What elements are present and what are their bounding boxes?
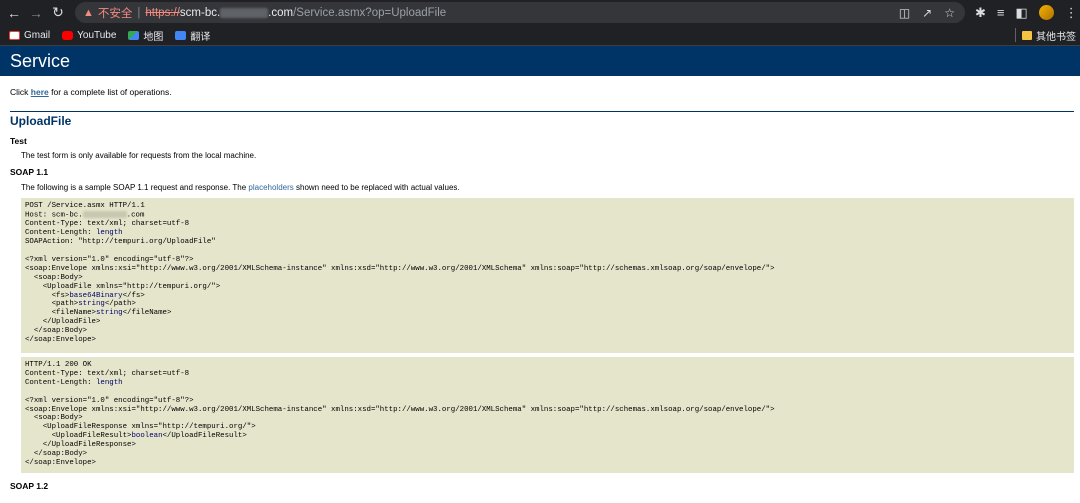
test-heading: Test xyxy=(10,136,27,146)
code-line: </soap:Envelope> xyxy=(25,458,96,467)
operation-title: UploadFile xyxy=(10,114,72,128)
placeholder-value: length xyxy=(95,229,123,238)
warning-icon[interactable]: ▲ xyxy=(83,7,94,19)
url-host-start: scm-bc. xyxy=(179,6,221,19)
gmail-icon xyxy=(9,30,20,40)
page-content: Service Click here for a complete list o… xyxy=(0,46,1080,491)
reload-icon[interactable]: ↻ xyxy=(47,0,69,25)
other-bookmarks[interactable]: 其他书签 xyxy=(1015,28,1076,43)
placeholder-value: boolean xyxy=(131,432,163,441)
bookmark-translate[interactable]: 翻译 xyxy=(175,28,210,43)
extensions-icon[interactable]: ✱ xyxy=(975,5,986,21)
address-separator: | xyxy=(137,6,141,19)
code-line: Content-Type: text/xml; charset=utf-8 xyxy=(25,369,190,378)
url-host-end: .com xyxy=(268,6,294,19)
side-panel-icon[interactable]: ◧ xyxy=(1016,5,1028,21)
other-bookmarks-label: 其他书签 xyxy=(1036,31,1076,43)
bookmark-gmail[interactable]: Gmail xyxy=(9,30,50,41)
bookmarks-divider xyxy=(1015,28,1016,42)
soap11-request-sample: POST /Service.asmx HTTP/1.1 Host: scm-bc… xyxy=(21,198,1074,353)
bookmarks-bar: Gmail YouTube 地图 翻译 其他书签 xyxy=(0,25,1080,46)
page-title: Service xyxy=(0,46,1080,76)
code-line: <UploadFile xmlns="http://tempuri.org/"> xyxy=(25,282,221,291)
code-line: Content-Length: xyxy=(25,378,96,387)
code-line: .com xyxy=(126,211,145,220)
code-line: Content-Length: xyxy=(25,229,96,238)
code-line: <?xml version="1.0" encoding="utf-8"?> xyxy=(25,396,194,405)
translate-icon xyxy=(175,30,187,40)
folder-icon xyxy=(1022,30,1032,40)
code-line: <fileName> xyxy=(25,309,96,318)
operations-list-link[interactable]: here xyxy=(31,87,49,97)
code-line: </fs> xyxy=(122,291,145,300)
code-line: Host: scm-bc. xyxy=(25,211,83,220)
browser-toolbar: ← → ↻ ▲ 不安全 | https://scm-bc. .com/Servic… xyxy=(0,0,1080,25)
code-line: <UploadFileResponse xmlns="http://tempur… xyxy=(25,423,256,432)
code-line: </UploadFileResponse> xyxy=(25,441,136,450)
maps-icon xyxy=(128,30,140,40)
test-description: The test form is only available for requ… xyxy=(21,151,257,160)
placeholder-value: string xyxy=(78,300,105,309)
url-path: /Service.asmx?op=UploadFile xyxy=(293,6,447,19)
bookmark-label: Gmail xyxy=(24,29,51,41)
code-line: <UploadFileResult> xyxy=(25,432,132,441)
soap11-heading: SOAP 1.1 xyxy=(10,167,49,177)
youtube-icon xyxy=(62,30,74,40)
redacted-host xyxy=(82,210,127,218)
soap11-description: The following is a sample SOAP 1.1 reque… xyxy=(21,183,1080,192)
bookmark-youtube[interactable]: YouTube xyxy=(62,30,116,41)
profile-avatar[interactable] xyxy=(1038,5,1054,20)
code-line: <soap:Envelope xmlns:xsi="http://www.w3.… xyxy=(25,264,775,273)
code-line: <soap:Body> xyxy=(25,414,83,423)
code-line: </UploadFileResult> xyxy=(162,432,247,441)
toolbar-actions: ✱ ≡ ◧ ⋮ xyxy=(975,5,1078,21)
url-protocol: https:// xyxy=(145,6,180,19)
bookmark-label: 翻译 xyxy=(190,31,211,43)
code-line: </soap:Body> xyxy=(25,327,88,336)
divider xyxy=(10,111,1074,112)
code-line: </path> xyxy=(104,300,136,309)
translate-page-icon[interactable]: ◫ xyxy=(899,6,910,20)
bookmark-maps[interactable]: 地图 xyxy=(128,28,163,43)
intro-prefix: Click xyxy=(10,87,31,97)
placeholder-value: length xyxy=(95,378,123,387)
placeholder-value: string xyxy=(95,309,123,318)
code-line: <fs> xyxy=(25,291,70,300)
reading-list-icon[interactable]: ≡ xyxy=(997,5,1005,20)
share-icon[interactable]: ↗ xyxy=(922,6,932,20)
code-line: </soap:Envelope> xyxy=(25,336,96,345)
soap11-text-end: shown need to be replaced with actual va… xyxy=(293,183,460,192)
placeholder-value: base64Binary xyxy=(69,291,123,300)
intro-text: Click here for a complete list of operat… xyxy=(10,87,1080,97)
soap12-heading: SOAP 1.2 xyxy=(10,481,49,491)
bookmark-label: YouTube xyxy=(77,29,117,41)
forward-arrow-icon[interactable]: → xyxy=(25,0,47,25)
code-line: <?xml version="1.0" encoding="utf-8"?> xyxy=(25,255,194,264)
code-line: POST /Service.asmx HTTP/1.1 xyxy=(25,202,145,210)
intro-suffix: for a complete list of operations. xyxy=(48,87,172,97)
code-line: <soap:Body> xyxy=(25,273,83,282)
soap11-response-sample: HTTP/1.1 200 OK Content-Type: text/xml; … xyxy=(21,357,1074,473)
code-line: SOAPAction: "http://tempuri.org/UploadFi… xyxy=(25,238,216,247)
code-line: <soap:Envelope xmlns:xsi="http://www.w3.… xyxy=(25,405,775,414)
code-line: Content-Type: text/xml; charset=utf-8 xyxy=(25,220,190,229)
not-secure-label: 不安全 xyxy=(97,7,133,20)
code-line: </UploadFile> xyxy=(25,318,101,327)
bookmark-star-icon[interactable]: ☆ xyxy=(944,6,955,20)
back-arrow-icon[interactable]: ← xyxy=(3,0,25,25)
placeholders-link[interactable]: placeholders xyxy=(248,183,293,192)
menu-icon[interactable]: ⋮ xyxy=(1065,5,1078,21)
code-line: <path> xyxy=(25,300,79,309)
address-bar[interactable]: ▲ 不安全 | https://scm-bc. .com/Service.asmx… xyxy=(75,2,965,23)
soap11-text: The following is a sample SOAP 1.1 reque… xyxy=(21,183,249,192)
code-line: </soap:Body> xyxy=(25,450,88,459)
omnibox-actions: ◫ ↗ ☆ xyxy=(899,6,965,20)
redacted-host xyxy=(220,7,269,18)
code-line: HTTP/1.1 200 OK xyxy=(25,361,92,369)
code-line: </fileName> xyxy=(122,309,172,318)
bookmark-label: 地图 xyxy=(143,31,164,43)
